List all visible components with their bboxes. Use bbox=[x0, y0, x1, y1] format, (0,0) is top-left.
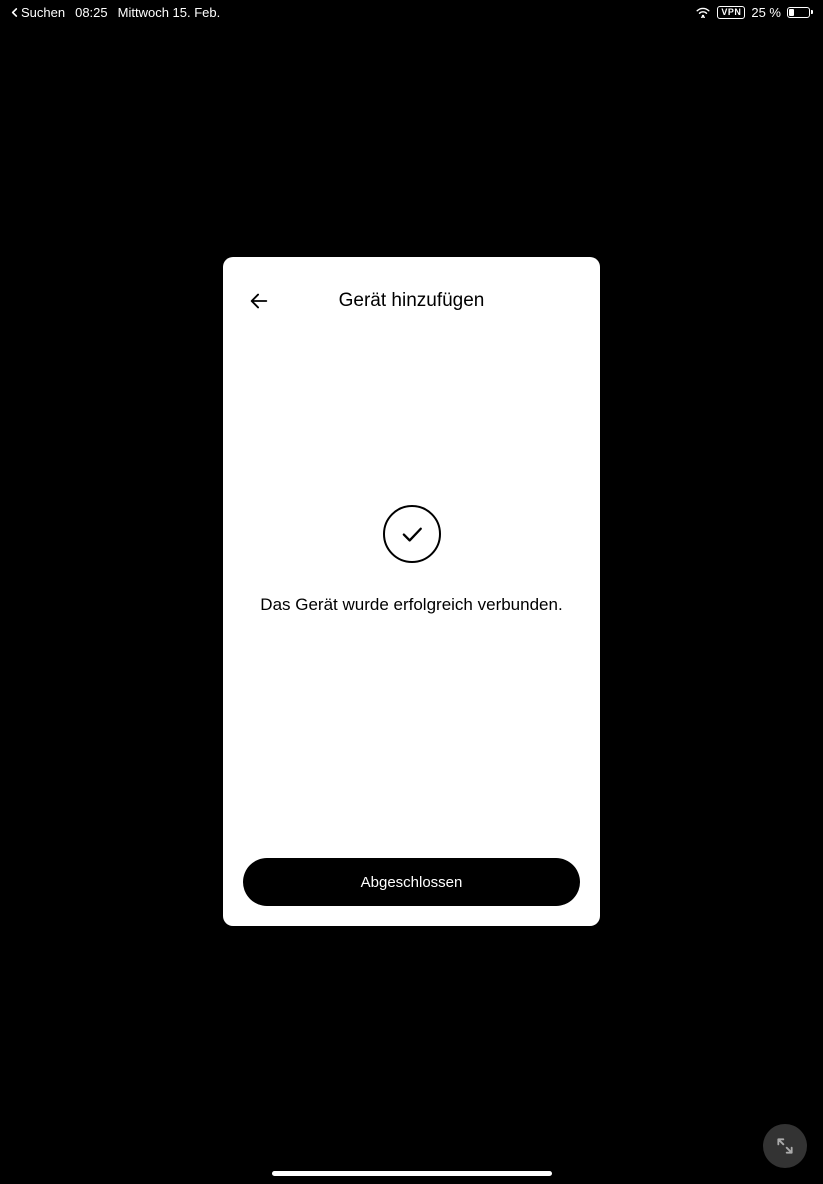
add-device-modal: Gerät hinzufügen Das Gerät wurde erfolgr… bbox=[223, 257, 600, 926]
expand-icon bbox=[775, 1136, 795, 1156]
back-button[interactable] bbox=[247, 289, 271, 313]
battery-percentage: 25 % bbox=[751, 5, 781, 20]
vpn-indicator: VPN bbox=[717, 6, 745, 19]
modal-header: Gerät hinzufügen bbox=[243, 277, 580, 325]
status-back-to-app[interactable]: Suchen bbox=[10, 5, 65, 20]
done-button[interactable]: Abgeschlossen bbox=[243, 858, 580, 906]
modal-body: Das Gerät wurde erfolgreich verbunden. bbox=[243, 325, 580, 858]
home-indicator[interactable] bbox=[272, 1171, 552, 1176]
status-bar: Suchen 08:25 Mittwoch 15. Feb. VPN 25 % bbox=[0, 0, 823, 24]
checkmark-icon bbox=[398, 520, 426, 548]
expand-button[interactable] bbox=[763, 1124, 807, 1168]
battery-icon bbox=[787, 7, 813, 18]
success-check-icon bbox=[383, 505, 441, 563]
status-time: 08:25 bbox=[75, 5, 108, 20]
status-date: Mittwoch 15. Feb. bbox=[118, 5, 221, 20]
arrow-left-icon bbox=[248, 290, 270, 312]
wifi-icon bbox=[695, 6, 711, 18]
status-back-app-label: Suchen bbox=[21, 5, 65, 20]
success-message: Das Gerät wurde erfolgreich verbunden. bbox=[260, 595, 562, 615]
done-button-label: Abgeschlossen bbox=[361, 874, 463, 891]
status-left: Suchen 08:25 Mittwoch 15. Feb. bbox=[10, 5, 220, 20]
modal-title: Gerät hinzufügen bbox=[339, 290, 485, 312]
caret-left-icon bbox=[10, 8, 19, 17]
status-right: VPN 25 % bbox=[695, 5, 813, 20]
